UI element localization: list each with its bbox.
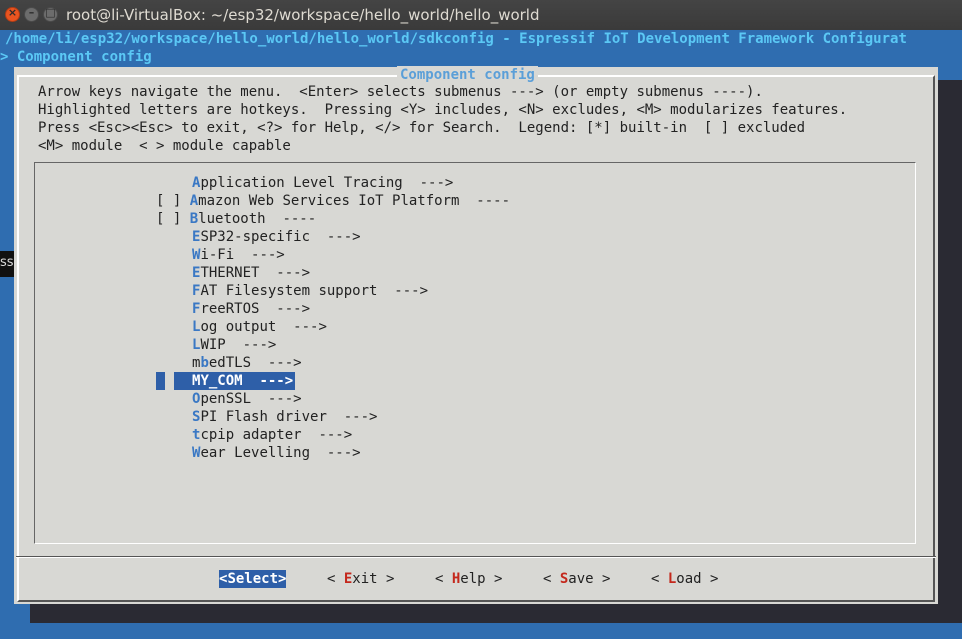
menu-item-label: og output ---> — [200, 319, 327, 335]
menu-item-label: edTLS ---> — [208, 355, 302, 371]
menu-item[interactable]: Application Level Tracing ---> — [192, 174, 453, 192]
maximize-icon: □ — [45, 6, 56, 19]
menu-item-label: cpip adapter ---> — [200, 427, 353, 443]
button-separator — [16, 556, 936, 558]
menu-item-label: AT Filesystem support ---> — [200, 283, 429, 299]
dialog-shadow-bottom — [30, 604, 962, 623]
menu-item-label: ear Levelling ---> — [200, 445, 361, 461]
button-bracket-open: < — [651, 571, 668, 587]
menu-item[interactable]: MY_COM ---> — [174, 372, 296, 390]
button-label: xit > — [352, 571, 395, 587]
menu-item[interactable]: Wear Levelling ---> — [192, 444, 361, 462]
button-load[interactable]: < Load > — [651, 570, 718, 588]
button-label: oad > — [676, 571, 719, 587]
dialog-title: Component config — [397, 66, 538, 84]
close-icon: × — [7, 6, 18, 19]
button-bracket-open: < — [435, 571, 452, 587]
menu-item[interactable]: mbedTLS ---> — [192, 354, 302, 372]
window-title: root@li-VirtualBox: ~/esp32/workspace/he… — [66, 6, 540, 24]
menu-item-label: Y_COM ---> — [200, 373, 294, 389]
button-label: elect> — [235, 571, 287, 587]
menu-item[interactable]: FAT Filesystem support ---> — [192, 282, 428, 300]
menu-item-label: penSSL ---> — [200, 391, 302, 407]
button-bracket-open: < — [543, 571, 560, 587]
help-line: Arrow keys navigate the menu. <Enter> se… — [38, 84, 763, 100]
minimize-icon: – — [28, 6, 35, 19]
menu-item[interactable]: LWIP ---> — [192, 336, 276, 354]
button-help[interactable]: < Help > — [435, 570, 502, 588]
menu-item[interactable]: SPI Flash driver ---> — [192, 408, 377, 426]
menu-item-hotkey: B — [189, 211, 199, 227]
help-line: Press <Esc><Esc> to exit, <?> for Help, … — [38, 120, 806, 136]
help-text: Arrow keys navigate the menu. <Enter> se… — [38, 83, 847, 155]
menu-item[interactable]: [ ] Amazon Web Services IoT Platform ---… — [156, 192, 510, 210]
menu-item-label: reeRTOS ---> — [200, 301, 311, 317]
menu-item[interactable]: ETHERNET ---> — [192, 264, 310, 282]
window-maximize-button[interactable]: □ — [43, 6, 58, 22]
menu-item[interactable]: OpenSSL ---> — [192, 390, 302, 408]
menu-item-label: i-Fi ---> — [200, 247, 285, 263]
menu-item[interactable]: [ ] Bluetooth ---- — [156, 210, 316, 228]
menu-item[interactable]: Log output ---> — [192, 318, 327, 336]
window-minimize-button[interactable]: – — [24, 6, 39, 22]
menu-item-label: WIP ---> — [200, 337, 277, 353]
menuconfig-dialog: Component config Arrow keys navigate the… — [14, 66, 938, 604]
breadcrumb: > Component config — [0, 49, 152, 65]
menu-item-label: luetooth ---- — [198, 211, 317, 227]
menu-item-prefix: [ ] — [156, 193, 190, 209]
button-exit[interactable]: < Exit > — [327, 570, 394, 588]
menu-item-label: pplication Level Tracing ---> — [200, 175, 454, 191]
help-line: <M> module < > module capable — [38, 138, 291, 154]
button-label: elp > — [460, 571, 503, 587]
menu-item-hotkey: A — [189, 193, 199, 209]
menu-item[interactable]: Wi-Fi ---> — [192, 246, 285, 264]
dialog-shadow-right — [937, 80, 962, 623]
button-hotkey: S — [227, 571, 236, 587]
config-path-header: /home/li/esp32/workspace/hello_world/hel… — [5, 31, 907, 47]
menu-item[interactable]: FreeRTOS ---> — [192, 300, 310, 318]
menu-item-label: THERNET ---> — [200, 265, 311, 281]
window-titlebar: × – □ root@li-VirtualBox: ~/esp32/worksp… — [0, 0, 962, 30]
help-line: Highlighted letters are hotkeys. Pressin… — [38, 102, 848, 118]
selection-cursor — [156, 372, 165, 390]
menu-item[interactable]: tcpip adapter ---> — [192, 426, 352, 444]
menu-item-hotkey: b — [200, 355, 209, 371]
button-save[interactable]: < Save > — [543, 570, 610, 588]
menu-item[interactable]: ESP32-specific ---> — [192, 228, 361, 246]
button-bracket-open: < — [327, 571, 344, 587]
menu-item-label: mazon Web Services IoT Platform ---- — [198, 193, 511, 209]
window-close-button[interactable]: × — [5, 6, 20, 22]
menu-item-label: SP32-specific ---> — [200, 229, 361, 245]
menu-item-label: PI Flash driver ---> — [200, 409, 378, 425]
button-select[interactable]: <Select> — [219, 570, 287, 588]
menu-item-prefix: [ ] — [156, 211, 190, 227]
button-label: ave > — [568, 571, 611, 587]
